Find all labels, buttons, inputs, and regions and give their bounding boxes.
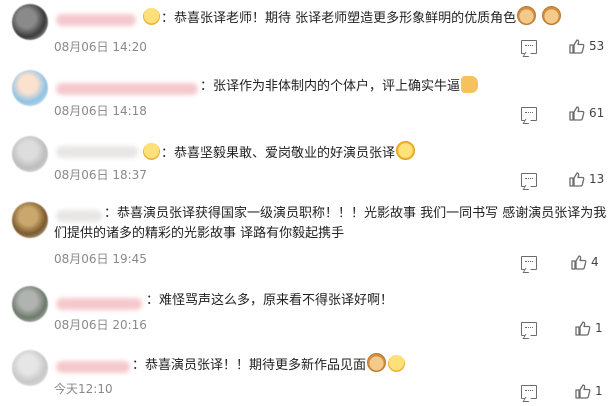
comment-time: 08月06日 14:20 [54,40,147,54]
comment-time: 08月06日 20:16 [54,318,147,332]
thumbs-up-icon[interactable] [568,170,586,188]
cheer-emoji-icon [143,8,160,25]
avatar[interactable] [12,4,48,40]
thumbs-up-icon[interactable] [568,37,586,55]
cheer-emoji-icon [143,143,160,160]
comment-reply-icon[interactable] [521,107,537,121]
comment-time: 08月06日 19:45 [54,252,147,266]
like-count: 4 [591,255,599,269]
thumbs-up-icon[interactable] [574,382,592,400]
like-count: 13 [589,172,605,186]
comment-list: ：恭喜张译老师！期待 张译老师塑造更多形象鲜明的优质角色 08月06日 14:2… [0,0,614,406]
comment-time: 08月06日 14:18 [54,104,147,118]
like-count: 53 [589,39,605,53]
cheer-emoji-icon [388,355,406,372]
like-count: 1 [595,321,603,335]
comment-text: ：恭喜张译老师！期待 张译老师塑造更多形象鲜明的优质角色 [142,6,562,29]
like-count: 1 [595,384,603,398]
comment-reply-icon[interactable] [521,256,537,270]
avatar[interactable] [12,286,48,322]
comment-reply-icon[interactable] [521,173,537,187]
avatar[interactable] [12,70,48,106]
thumbs-up-icon[interactable] [568,104,586,122]
thumbs-up-emoji-icon [461,76,479,93]
comment-text: ：恭喜演员张译！！期待更多新作品见面 [132,353,406,376]
comment-text: ：恭喜演员张译获得国家一级演员职称！！！光影故事 我们一同书写 感谢演员张译为我… [54,206,607,241]
avatar[interactable] [12,350,48,386]
avatar[interactable] [12,202,48,238]
username-redacted[interactable] [56,361,130,373]
comment-reply-icon[interactable] [521,40,537,54]
smile-emoji-icon [396,141,416,160]
thumbs-up-icon[interactable] [574,319,592,337]
comment-reply-icon[interactable] [521,322,537,336]
comment-text: ：张译作为非体制内的个体户，评上确实牛逼 [200,76,479,97]
comment-time: 08月06日 18:37 [54,168,147,182]
username-redacted[interactable] [56,14,136,26]
cat-face-emoji-icon [517,6,537,25]
avatar[interactable] [12,136,48,172]
username-redacted[interactable] [56,83,198,95]
thumbs-up-icon[interactable] [570,253,588,271]
cat-face-emoji-icon [542,6,562,25]
username-redacted[interactable] [56,146,138,158]
cat-face-emoji-icon [367,353,387,372]
comment-reply-icon[interactable] [521,385,537,399]
username-redacted[interactable] [56,298,142,310]
like-count: 61 [589,106,605,120]
comment-time: 今天12:10 [54,382,113,396]
comment-text: ：难怪骂声这么多，原来看不得张译好啊！ [146,293,394,308]
comment-text: ：恭喜坚毅果敢、爱岗敬业的好演员张译 [142,141,416,164]
